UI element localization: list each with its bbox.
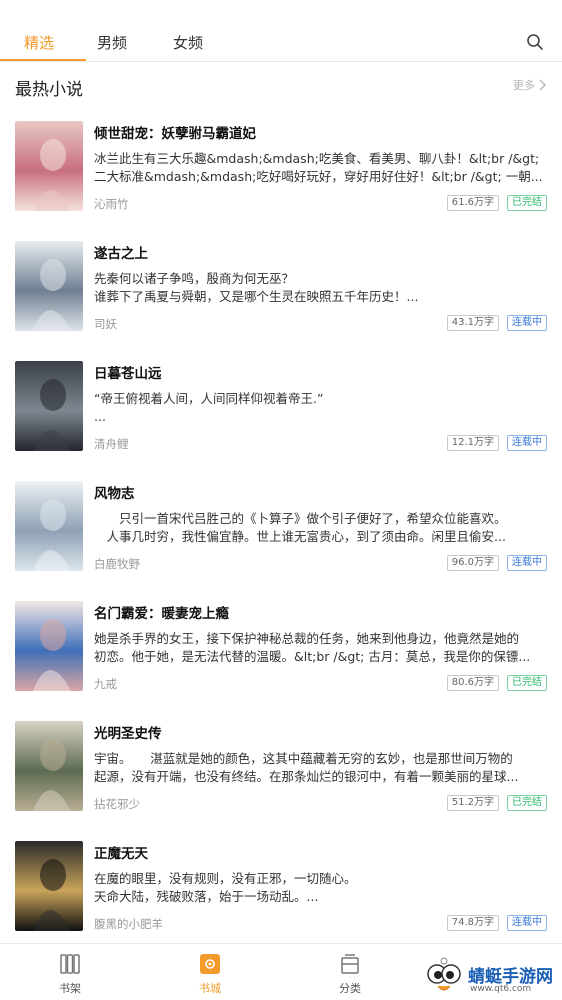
- book-description-line: 初恋。他于她，是无法代替的温暖。&lt;br /&gt; 古月：莫总，我是你的保…: [94, 649, 531, 664]
- book-cover[interactable]: [15, 841, 83, 931]
- book-title: 正魔无天: [94, 846, 148, 862]
- book-title: 倾世甜宠：妖孽驸马霸道妃: [94, 126, 256, 142]
- book-author: 拈花邪少: [94, 797, 140, 811]
- status-badge: 连载中: [507, 555, 547, 571]
- word-count-badge: 80.6万字: [446, 675, 499, 691]
- status-badge: 已完结: [507, 675, 547, 691]
- book-cover[interactable]: [15, 601, 83, 691]
- book-author: 白鹿牧野: [94, 557, 140, 571]
- book-title: 遂古之上: [94, 246, 148, 262]
- search-icon[interactable]: [526, 33, 544, 51]
- book-author: 清舟鲤: [94, 437, 129, 451]
- tab-male[interactable]: 男频: [97, 32, 127, 53]
- book-cover-image: [15, 721, 83, 811]
- book-description: 在魔的眼里，没有规则，没有正邪，一切随心。 天命大陆，残破败落，始于一场动乱。..…: [94, 870, 546, 906]
- bookstore-icon: [200, 954, 220, 974]
- category-icon: [341, 954, 359, 974]
- chevron-right-icon: [539, 79, 546, 91]
- book-description-line: “帝王俯视着人间，人间同样仰视着帝王.”: [94, 391, 324, 406]
- book-description: 只引一首宋代吕胜己的《卜算子》做个引子便好了，希望众位能喜欢。 人事几时穷，我性…: [94, 510, 546, 546]
- book-description: “帝王俯视着人间，人间同样仰视着帝王.”...: [94, 390, 546, 426]
- book-description-line: ...: [94, 409, 106, 424]
- book-cover[interactable]: [15, 121, 83, 211]
- bookshelf-icon: [60, 954, 80, 974]
- watermark: 蜻蜓手游网 www.qt6.com: [418, 952, 562, 1000]
- divider: [0, 61, 562, 62]
- book-title: 名门霸爱：暖妻宠上瘾: [94, 606, 229, 622]
- book-author: 九戒: [94, 677, 117, 691]
- top-tab-bar: 精选 男频 女频: [0, 0, 562, 62]
- book-cover-image: [15, 481, 83, 571]
- status-badge: 连载中: [507, 915, 547, 931]
- book-description-line: 在魔的眼里，没有规则，没有正邪，一切随心。: [94, 871, 357, 886]
- book-cover-image: [15, 361, 83, 451]
- status-badge: 连载中: [507, 315, 547, 331]
- nav-bookshelf[interactable]: 书架: [40, 952, 100, 996]
- book-description-line: 起源，没有开端，也没有终结。在那条灿烂的银河中，有着一颗美丽的星球...: [94, 769, 519, 784]
- book-item[interactable]: 日暮苍山远 “帝王俯视着人间，人间同样仰视着帝王.”... 清舟鲤 12.1万字 连载中: [0, 340, 562, 460]
- nav-bookstore-label: 书城: [199, 982, 221, 995]
- word-count-badge: 12.1万字: [446, 435, 499, 451]
- nav-bookstore[interactable]: 书城: [180, 952, 240, 996]
- status-badge: 已完结: [507, 795, 547, 811]
- word-count-badge: 74.8万字: [446, 915, 499, 931]
- nav-category[interactable]: 分类: [320, 952, 380, 996]
- word-count-badge: 43.1万字: [446, 315, 499, 331]
- status-badge: 连载中: [507, 435, 547, 451]
- book-author: 沁雨竹: [94, 197, 129, 211]
- book-item[interactable]: 倾世甜宠：妖孽驸马霸道妃冰兰此生有三大乐趣&mdash;&mdash;吃美食、看…: [0, 100, 562, 220]
- word-count-badge: 96.0万字: [446, 555, 499, 571]
- dragonfly-logo-icon: [427, 957, 461, 991]
- tab-featured[interactable]: 精选: [24, 32, 54, 53]
- book-cover-image: [15, 241, 83, 331]
- book-description-line: 天命大陆，残破败落，始于一场动乱。...: [94, 889, 319, 904]
- book-description-line: 她是杀手界的女王，接下保护神秘总裁的任务，她来到他身边，他竟然是她的: [94, 631, 520, 646]
- status-badge: 已完结: [507, 195, 547, 211]
- book-description-line: 谁葬下了禹夏与舜朝，又是哪个生灵在映照五千年历史！...: [94, 289, 419, 304]
- more-link[interactable]: 更多: [513, 77, 546, 93]
- book-description-line: 先秦何以诸子争鸣，殷商为何无巫？: [94, 271, 295, 286]
- word-count-badge: 51.2万字: [446, 795, 499, 811]
- book-description: 先秦何以诸子争鸣，殷商为何无巫？ 谁葬下了禹夏与舜朝，又是哪个生灵在映照五千年历史…: [94, 270, 546, 306]
- book-description-line: 只引一首宋代吕胜己的《卜算子》做个引子便好了，希望众位能喜欢。: [94, 511, 507, 526]
- book-description-line: 宇宙。 湛蓝就是她的颜色，这其中蕴藏着无穷的玄妙，也是那世间万物的: [94, 751, 513, 766]
- book-cover-image: [15, 601, 83, 691]
- book-title: 光明圣史传: [94, 726, 162, 742]
- tab-female[interactable]: 女频: [173, 32, 203, 53]
- book-cover[interactable]: [15, 721, 83, 811]
- book-description-line: 人事几时穷，我性偏宜静。世上谁无富贵心，到了须由命。闲里且偷安...: [94, 529, 506, 544]
- book-title: 日暮苍山远: [94, 366, 162, 382]
- book-cover-image: [15, 841, 83, 931]
- book-description: 她是杀手界的女王，接下保护神秘总裁的任务，她来到他身边，他竟然是她的 初恋。他于她…: [94, 630, 546, 666]
- book-item[interactable]: 正魔无天在魔的眼里，没有规则，没有正邪，一切随心。 天命大陆，残破败落，始于一场动…: [0, 820, 562, 940]
- book-cover[interactable]: [15, 481, 83, 571]
- book-item[interactable]: 光明圣史传宇宙。 湛蓝就是她的颜色，这其中蕴藏着无穷的玄妙，也是那世间万物的 起源…: [0, 700, 562, 820]
- book-description-line: 冰兰此生有三大乐趣&mdash;&mdash;吃美食、看美男、聊八卦！&lt;b…: [94, 151, 540, 166]
- nav-category-label: 分类: [339, 982, 361, 995]
- section-title: 最热小说: [15, 80, 83, 100]
- book-cover[interactable]: [15, 241, 83, 331]
- book-author: 司妖: [94, 317, 117, 331]
- book-title: 风物志: [94, 486, 135, 502]
- book-description: 冰兰此生有三大乐趣&mdash;&mdash;吃美食、看美男、聊八卦！&lt;b…: [94, 150, 546, 186]
- book-item[interactable]: 遂古之上先秦何以诸子争鸣，殷商为何无巫？ 谁葬下了禹夏与舜朝，又是哪个生灵在映照五…: [0, 220, 562, 340]
- word-count-badge: 61.6万字: [446, 195, 499, 211]
- book-description-line: 二大标准&mdash;&mdash;吃好喝好玩好，穿好用好住好！&lt;br /…: [94, 169, 543, 184]
- book-cover[interactable]: [15, 361, 83, 451]
- nav-bookshelf-label: 书架: [59, 982, 81, 995]
- book-description: 宇宙。 湛蓝就是她的颜色，这其中蕴藏着无穷的玄妙，也是那世间万物的 起源，没有开端…: [94, 750, 546, 786]
- watermark-url: www.qt6.com: [470, 984, 532, 994]
- book-item[interactable]: 风物志 只引一首宋代吕胜己的《卜算子》做个引子便好了，希望众位能喜欢。 人事几时…: [0, 460, 562, 580]
- book-cover-image: [15, 121, 83, 211]
- book-author: 腹黑的小肥羊: [94, 917, 163, 931]
- more-label: 更多: [513, 79, 535, 92]
- book-item[interactable]: 名门霸爱：暖妻宠上瘾她是杀手界的女王，接下保护神秘总裁的任务，她来到他身边，他竟…: [0, 580, 562, 700]
